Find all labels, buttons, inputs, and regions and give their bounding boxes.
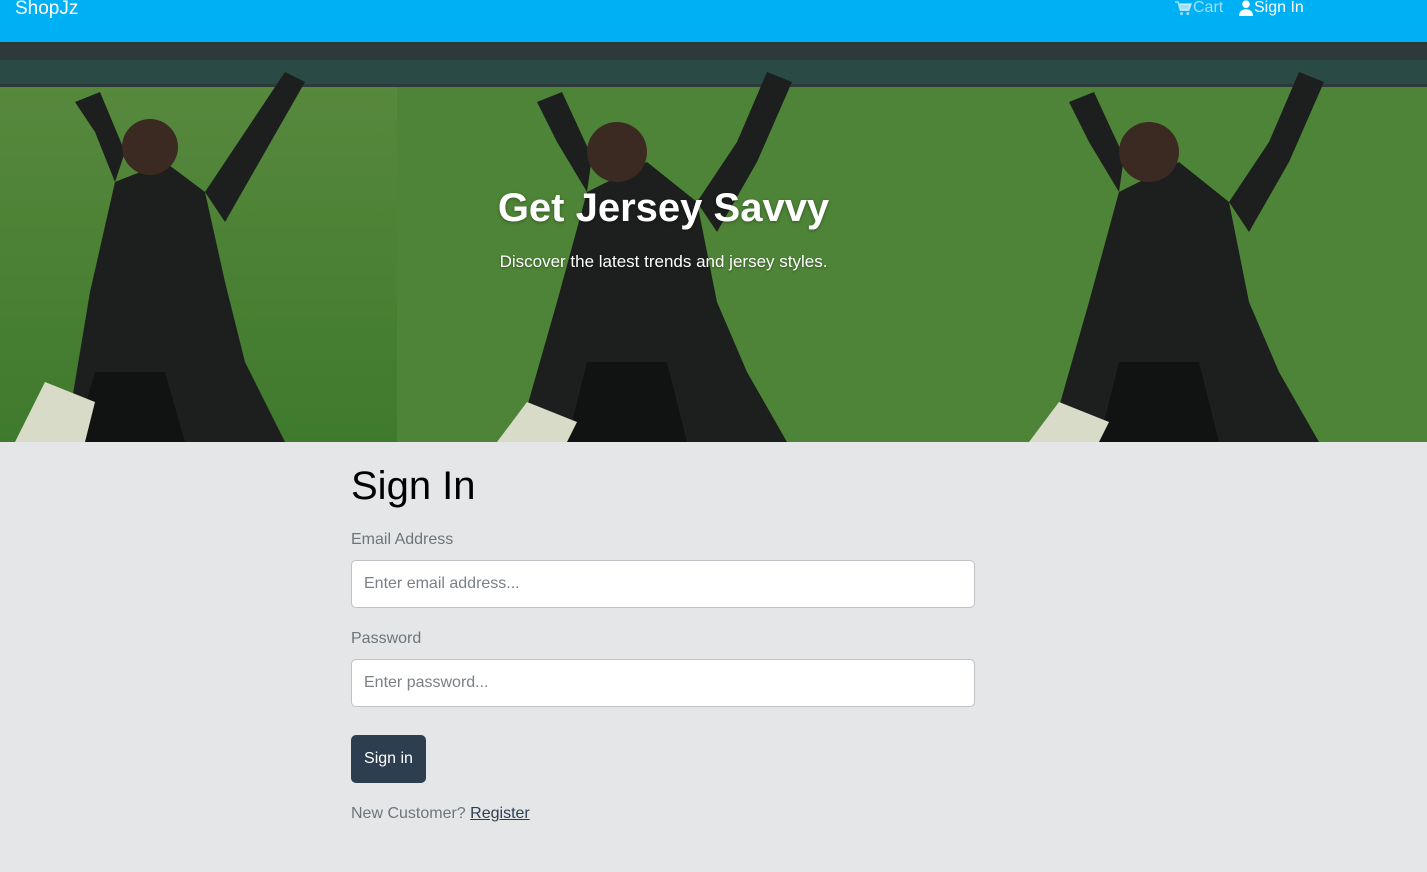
new-customer-text: New Customer? [351,805,466,822]
hero-title: Get Jersey Savvy [497,186,830,230]
password-label: Password [351,630,422,647]
brand-logo-link[interactable]: ShopJz [15,0,78,20]
email-label: Email Address [351,531,454,548]
cart-link[interactable]: Cart [1175,0,1223,17]
register-row: New Customer? Register [351,805,530,823]
email-field[interactable] [351,560,975,608]
hero-subtitle: Discover the latest trends and jersey st… [499,252,828,271]
signin-nav-link[interactable]: Sign In [1239,0,1304,17]
cart-icon [1175,0,1192,16]
signin-submit-button[interactable]: Sign in [351,735,426,783]
user-icon [1239,0,1253,16]
page-title: Sign In [351,464,476,508]
register-link[interactable]: Register [470,805,530,822]
cart-label: Cart [1193,0,1224,16]
hero-text-block: Get Jersey Savvy Discover the latest tre… [0,42,1327,442]
signin-nav-label: Sign In [1254,0,1304,16]
password-field[interactable] [351,659,975,707]
top-navbar: ShopJz Cart Sign In [0,0,1427,42]
